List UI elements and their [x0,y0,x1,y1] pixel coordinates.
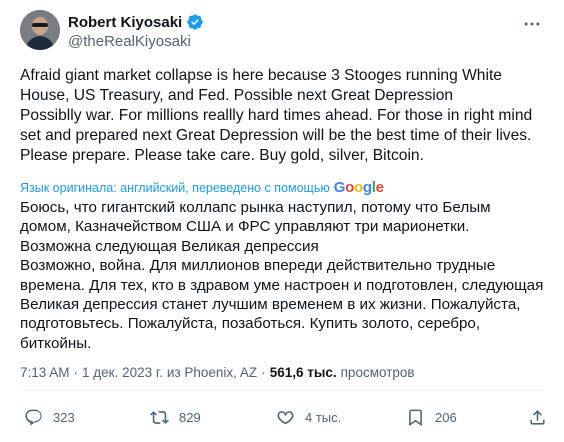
translation-note-text: Язык оригинала: английский, переведено с… [20,180,330,195]
author-name[interactable]: Robert Kiyosaki [68,14,182,31]
share-icon [530,410,545,425]
like-button[interactable]: 4 тыс. [276,408,341,427]
retweet-icon [150,411,169,424]
author-name-row[interactable]: Robert Kiyosaki [68,13,204,31]
meta-separator: · [73,365,79,380]
divider [20,390,544,391]
action-bar: 323 829 4 тыс. 206 [20,404,547,432]
reply-icon [25,409,42,426]
avatar[interactable] [20,10,60,50]
views-label: просмотров [340,365,415,380]
meta-separator: · [261,365,266,380]
author-handle[interactable]: @theRealKiyosaki [68,33,191,50]
tweet-text: Afraid giant market collapse is here bec… [20,67,533,164]
retweet-button[interactable]: 829 [150,408,201,427]
more-options-icon[interactable] [522,14,542,34]
views-count[interactable]: 561,6 тыс. [270,365,337,380]
bookmark-button[interactable]: 206 [406,408,457,427]
verified-badge-icon [187,14,203,30]
tweet-meta: 7:13 AM · 1 дек. 2023 г. из Phoenix, AZ … [20,365,415,380]
tweet-location: из Phoenix, AZ [166,365,258,380]
bookmark-icon [409,409,422,427]
bookmark-count: 206 [435,410,457,425]
reply-count: 323 [53,410,75,425]
heart-icon [277,411,294,424]
retweet-count: 829 [179,410,201,425]
like-count: 4 тыс. [305,410,342,425]
tweet-header: Robert Kiyosaki @theRealKiyosaki [20,10,544,58]
translated-text: Боюсь, что гигантский коллапс рынка наст… [20,199,544,352]
reply-button[interactable]: 323 [24,408,75,427]
translation-note[interactable]: Язык оригинала: английский, переведено с… [20,179,384,196]
google-logo: Google [333,179,384,196]
tweet-time[interactable]: 7:13 AM [20,365,70,380]
tweet-date[interactable]: 1 дек. 2023 г. [82,365,163,380]
share-button[interactable] [528,408,547,427]
